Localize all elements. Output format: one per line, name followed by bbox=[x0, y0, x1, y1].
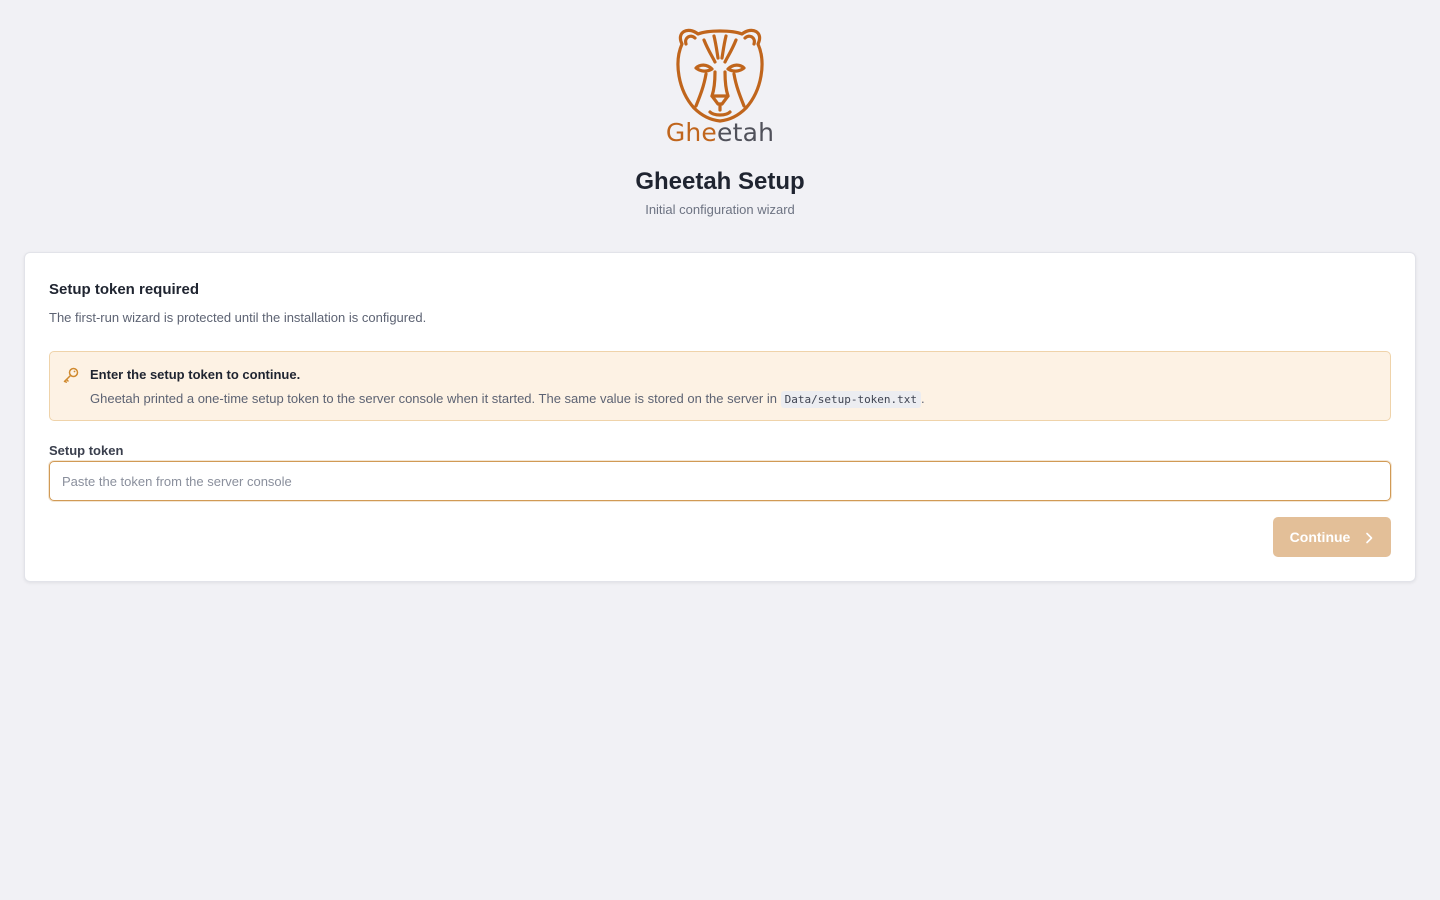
chevron-right-icon bbox=[1364, 531, 1374, 544]
continue-button[interactable]: Continue bbox=[1273, 517, 1391, 557]
setup-token-card: Setup token required The first-run wizar… bbox=[24, 252, 1416, 582]
setup-token-notice: Enter the setup token to continue. Gheet… bbox=[49, 351, 1391, 421]
logo-wordmark-accent: Ghe bbox=[665, 118, 718, 147]
continue-button-label: Continue bbox=[1289, 529, 1351, 545]
key-icon bbox=[62, 366, 80, 384]
setup-token-input[interactable] bbox=[49, 461, 1391, 501]
page-title: Gheetah Setup bbox=[635, 168, 805, 195]
logo-wordmark: Gheetah bbox=[660, 118, 780, 148]
card-title: Setup token required bbox=[49, 281, 200, 298]
notice-title: Enter the setup token to continue. bbox=[90, 367, 301, 382]
gheetah-logo: Gheetah bbox=[660, 24, 780, 154]
header: Gheetah Gheetah Setup Initial configurat… bbox=[0, 24, 1440, 219]
setup-page: Gheetah Gheetah Setup Initial configurat… bbox=[0, 0, 1440, 900]
logo-wordmark-rest: etah bbox=[717, 118, 775, 147]
notice-body-text: Gheetah printed a one-time setup token t… bbox=[90, 391, 781, 406]
notice-body-suffix: . bbox=[921, 391, 925, 406]
setup-token-file-path: Data/setup-token.txt bbox=[780, 391, 922, 408]
setup-token-label: Setup token bbox=[49, 443, 124, 458]
notice-body: Gheetah printed a one-time setup token t… bbox=[90, 391, 925, 408]
cheetah-head-icon bbox=[676, 28, 764, 123]
card-description: The first-run wizard is protected until … bbox=[49, 310, 427, 325]
page-subtitle: Initial configuration wizard bbox=[645, 202, 795, 217]
